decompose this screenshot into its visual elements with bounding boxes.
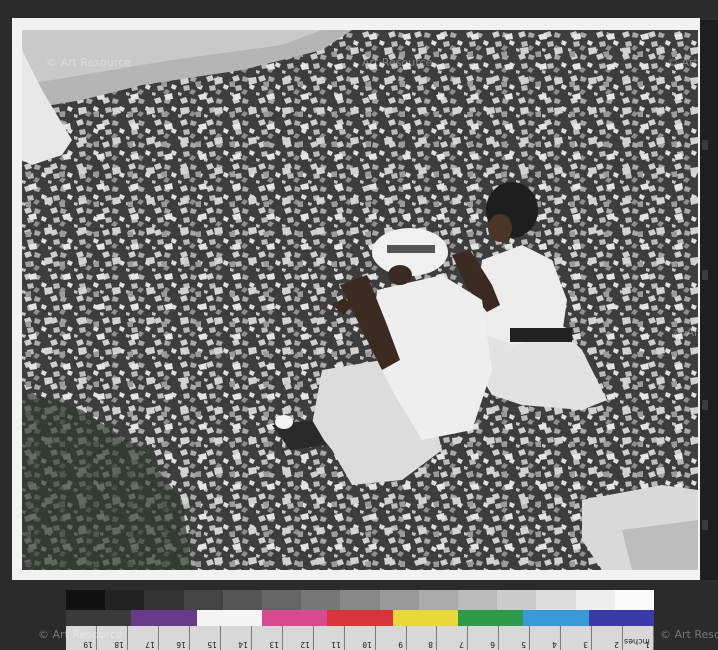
watermark: © Art Resource — [38, 628, 123, 641]
inch-ruler: 19 18 17 16 15 14 13 12 11 10 98 76 54 32 1 — [66, 626, 655, 650]
watermark: © Art Resource, NY — [672, 326, 698, 339]
color-patch-row — [66, 610, 654, 626]
photograph: © Art Resource Art Resource © Art Resour… — [22, 30, 698, 570]
grayscale-row — [66, 590, 655, 610]
watermark: © Art Resource — [660, 628, 718, 641]
color-calibration-card: 19 18 17 16 15 14 13 12 11 10 98 76 54 32 1 i… — [66, 590, 655, 650]
photo-scene — [22, 30, 698, 570]
watermark: © Art Resource — [46, 56, 131, 69]
watermark: Art Resource — [362, 56, 433, 69]
watermark: © Art Resource — [667, 56, 698, 69]
ruler-unit-label: inches — [624, 637, 650, 646]
film-edge-strip — [700, 20, 718, 580]
